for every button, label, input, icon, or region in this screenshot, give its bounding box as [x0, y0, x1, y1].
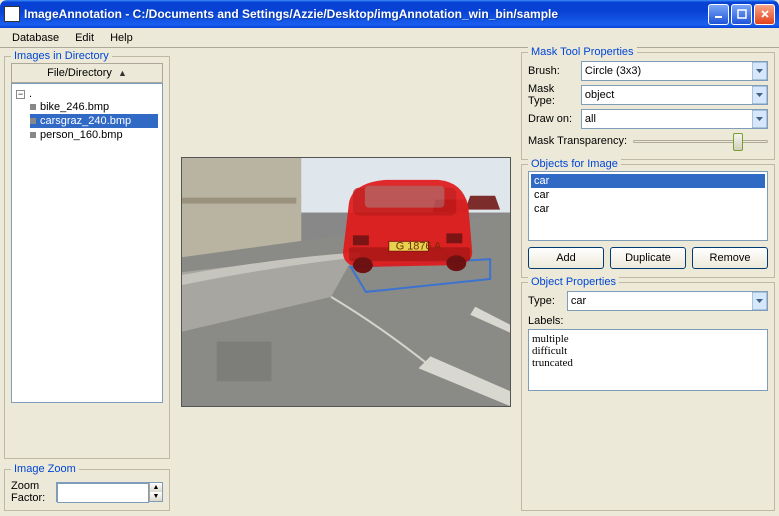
maximize-button[interactable] [731, 4, 752, 25]
image-zoom-legend: Image Zoom [11, 463, 79, 475]
file-icon [30, 132, 36, 138]
file-name: bike_246.bmp [40, 101, 109, 113]
menu-help[interactable]: Help [102, 30, 141, 46]
file-tree-item[interactable]: bike_246.bmp [30, 100, 158, 114]
image-zoom-panel: Image Zoom Zoom Factor: ▲ ▼ [4, 469, 170, 511]
zoom-up-button[interactable]: ▲ [149, 483, 162, 492]
object-list-item[interactable]: car [531, 174, 765, 188]
object-properties-panel: Object Properties Type: car Labels: [521, 282, 775, 511]
annotated-car [343, 179, 472, 272]
file-tree-item[interactable]: carsgraz_240.bmp [30, 114, 158, 128]
add-button[interactable]: Add [528, 247, 604, 269]
file-name: carsgraz_240.bmp [40, 115, 131, 127]
object-list-item[interactable]: car [531, 188, 765, 202]
menu-bar: Database Edit Help [0, 28, 779, 48]
menu-edit[interactable]: Edit [67, 30, 102, 46]
image-canvas[interactable]: G 1876 A [181, 157, 511, 407]
images-in-directory-legend: Images in Directory [11, 50, 112, 62]
objects-listbox[interactable]: carcarcar [528, 171, 768, 241]
zoom-factor-label: Zoom Factor: [11, 480, 52, 504]
close-button[interactable] [754, 4, 775, 25]
file-icon [30, 118, 36, 124]
tree-header[interactable]: File/Directory ▲ [11, 63, 163, 83]
type-select[interactable]: car [567, 291, 768, 311]
labels-label: Labels: [528, 315, 563, 327]
tree-collapse-icon[interactable]: − [16, 90, 25, 99]
draw-on-label: Draw on: [528, 113, 575, 125]
file-name: person_160.bmp [40, 129, 123, 141]
remove-button[interactable]: Remove [692, 247, 768, 269]
title-bar: ImageAnnotation - C:/Documents and Setti… [0, 0, 779, 28]
sort-indicator-icon: ▲ [118, 68, 127, 78]
object-list-item[interactable]: car [531, 202, 765, 216]
file-icon [30, 104, 36, 110]
menu-database[interactable]: Database [4, 30, 67, 46]
mask-tool-legend: Mask Tool Properties [528, 46, 637, 58]
zoom-factor-input[interactable] [57, 483, 149, 503]
app-icon [4, 6, 20, 22]
tree-root-label: . [29, 88, 32, 100]
license-plate-text: G 1876 A [395, 240, 441, 252]
objects-legend: Objects for Image [528, 158, 621, 170]
zoom-factor-spinner[interactable]: ▲ ▼ [56, 482, 163, 502]
object-properties-legend: Object Properties [528, 276, 619, 288]
mask-type-select[interactable]: object [581, 85, 768, 105]
file-tree[interactable]: −. bike_246.bmp carsgraz_240.bmp person_16… [11, 83, 163, 403]
file-tree-item[interactable]: person_160.bmp [30, 128, 158, 142]
mask-type-label: Mask Type: [528, 83, 575, 107]
duplicate-button[interactable]: Duplicate [610, 247, 686, 269]
mask-transparency-label: Mask Transparency: [528, 135, 627, 147]
image-canvas-area: G 1876 A [174, 50, 517, 513]
zoom-down-button[interactable]: ▼ [149, 492, 162, 501]
images-in-directory-panel: Images in Directory File/Directory ▲ −. … [4, 56, 170, 459]
brush-label: Brush: [528, 65, 575, 77]
brush-select[interactable]: Circle (3x3) [581, 61, 768, 81]
minimize-button[interactable] [708, 4, 729, 25]
objects-for-image-panel: Objects for Image carcarcar Add Duplicat… [521, 164, 775, 278]
draw-on-select[interactable]: all [581, 109, 768, 129]
mask-transparency-slider[interactable] [633, 131, 768, 151]
type-label: Type: [528, 295, 561, 307]
window-title: ImageAnnotation - C:/Documents and Setti… [24, 7, 708, 21]
tree-header-label: File/Directory [47, 67, 112, 79]
labels-textarea[interactable] [528, 329, 768, 391]
mask-tool-properties-panel: Mask Tool Properties Brush: Circle (3x3)… [521, 52, 775, 160]
